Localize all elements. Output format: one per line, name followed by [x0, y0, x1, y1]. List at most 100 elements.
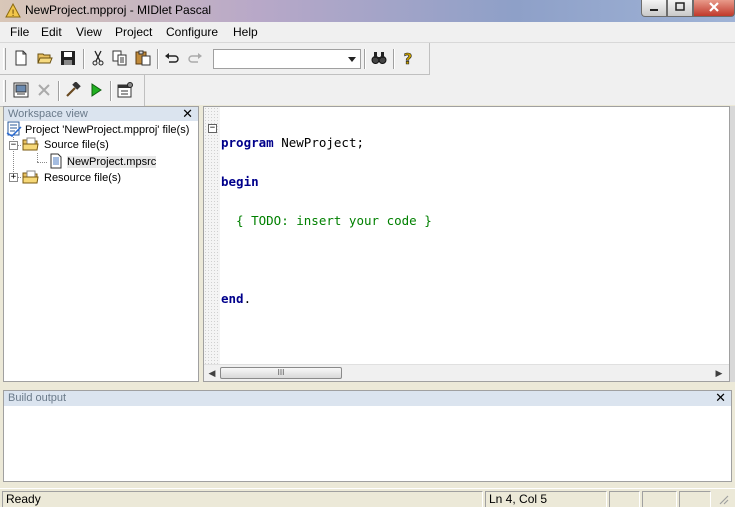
tree-label-source-files: Source file(s) [44, 139, 109, 151]
workspace-header: Workspace view ✕ [4, 107, 198, 121]
redo-button[interactable] [185, 49, 205, 69]
close-button[interactable] [693, 0, 735, 17]
tree-label-source-file: NewProject.mpsrc [67, 156, 157, 168]
code-line: program NewProject; [221, 136, 432, 149]
tree-item-source-files[interactable]: Source file(s) [22, 137, 109, 153]
window-title: NewProject.mpproj - MIDlet Pascal [25, 3, 212, 17]
minimize-button[interactable] [641, 0, 667, 17]
resize-grip-icon[interactable] [714, 492, 730, 507]
emulator-button[interactable] [11, 81, 31, 101]
close-icon[interactable]: ✕ [715, 391, 726, 405]
open-button[interactable] [35, 49, 55, 69]
folder-icon [22, 169, 40, 188]
status-pane [642, 491, 677, 507]
maximize-button[interactable] [667, 0, 693, 17]
save-icon [60, 50, 76, 69]
horizontal-scrollbar[interactable]: ◀ III ▶ [204, 364, 729, 381]
code-token: NewProject; [273, 135, 364, 150]
code-line: begin [221, 175, 432, 188]
stop-button[interactable] [34, 81, 54, 101]
cut-button[interactable] [88, 49, 108, 69]
toolbar-separator [58, 81, 60, 101]
build-output-panel: Build output ✕ [3, 390, 732, 482]
window-edge [730, 106, 735, 382]
toolbar-grip[interactable] [3, 48, 6, 70]
copy-button[interactable] [110, 49, 130, 69]
status-bar: Ready Ln 4, Col 5 [0, 488, 735, 507]
menu-project[interactable]: Project [115, 25, 152, 39]
editor-gutter [204, 107, 220, 365]
help-button[interactable]: ? [398, 49, 418, 69]
minimize-icon [649, 1, 659, 15]
properties-button[interactable] [115, 81, 135, 101]
tree-label-project: Project 'NewProject.mpproj' file(s) [25, 124, 190, 136]
menu-bar: File Edit View Project Configure Help [0, 22, 735, 43]
copy-icon [112, 50, 128, 69]
paste-button[interactable] [133, 49, 153, 69]
scroll-left-icon[interactable]: ◀ [206, 367, 218, 379]
tree-item-source-file[interactable]: NewProject.mpsrc [48, 153, 157, 170]
menu-configure[interactable]: Configure [166, 25, 218, 39]
menu-view[interactable]: View [76, 25, 102, 39]
maximize-icon [675, 1, 685, 15]
tree-item-resource-files[interactable]: Resource file(s) [22, 170, 121, 186]
toolbar-separator [157, 49, 159, 69]
undo-icon [164, 50, 180, 69]
title-bar: ! NewProject.mpproj - MIDlet Pascal [0, 0, 735, 22]
find-icon [371, 50, 387, 69]
keyword: end [221, 291, 244, 306]
status-message: Ready [2, 491, 483, 507]
build-output-header: Build output ✕ [4, 391, 731, 406]
close-icon [708, 1, 720, 16]
status-pane [609, 491, 640, 507]
scroll-right-icon[interactable]: ▶ [713, 367, 725, 379]
build-output-title: Build output [8, 392, 67, 404]
code-editor[interactable]: − program NewProject; begin { TODO: inse… [203, 106, 730, 382]
redo-icon [187, 50, 203, 69]
code-comment: { TODO: insert your code } [221, 213, 432, 228]
chevron-down-icon[interactable] [344, 50, 360, 68]
main-toolbar: ? [0, 43, 430, 75]
tree-label-resource-files: Resource file(s) [44, 172, 122, 184]
fold-collapse-icon[interactable]: − [208, 124, 217, 133]
toolbar-separator [110, 81, 112, 101]
undo-button[interactable] [162, 49, 182, 69]
run-icon [88, 82, 104, 101]
properties-icon [117, 81, 133, 101]
code-line: { TODO: insert your code } [221, 214, 432, 227]
toolbar-grip[interactable] [3, 80, 6, 102]
save-button[interactable] [58, 49, 78, 69]
build-toolbar [0, 75, 145, 107]
build-hammer-icon [65, 80, 81, 101]
toolbar-separator [393, 49, 395, 69]
svg-text:!: ! [11, 9, 15, 19]
cut-icon [90, 50, 106, 69]
open-folder-icon [37, 50, 53, 69]
toolbar-combo[interactable] [213, 49, 361, 69]
folder-icon [22, 136, 40, 155]
toolbar-separator [83, 49, 85, 69]
menu-file[interactable]: File [10, 25, 29, 39]
build-button[interactable] [63, 80, 83, 101]
code-line: end. [221, 292, 432, 305]
code-token: . [243, 291, 252, 306]
workspace-panel: Workspace view ✕ Project 'NewProject.mpp… [3, 106, 199, 382]
menu-help[interactable]: Help [233, 25, 258, 39]
emulator-icon [13, 82, 29, 101]
svg-text:?: ? [404, 50, 413, 66]
project-icon [6, 121, 22, 140]
collapse-icon[interactable]: − [9, 141, 18, 150]
find-button[interactable] [369, 49, 389, 69]
toolbar-separator [364, 49, 366, 69]
scrollbar-thumb[interactable]: III [220, 367, 342, 379]
paste-icon [135, 50, 151, 69]
keyword: program [221, 135, 274, 150]
expand-icon[interactable]: + [9, 173, 18, 182]
stop-icon [36, 82, 52, 101]
code-text[interactable]: program NewProject; begin { TODO: insert… [221, 110, 432, 331]
new-file-button[interactable] [11, 49, 31, 69]
run-button[interactable] [86, 81, 106, 101]
menu-edit[interactable]: Edit [41, 25, 62, 39]
close-icon[interactable]: ✕ [182, 107, 193, 121]
